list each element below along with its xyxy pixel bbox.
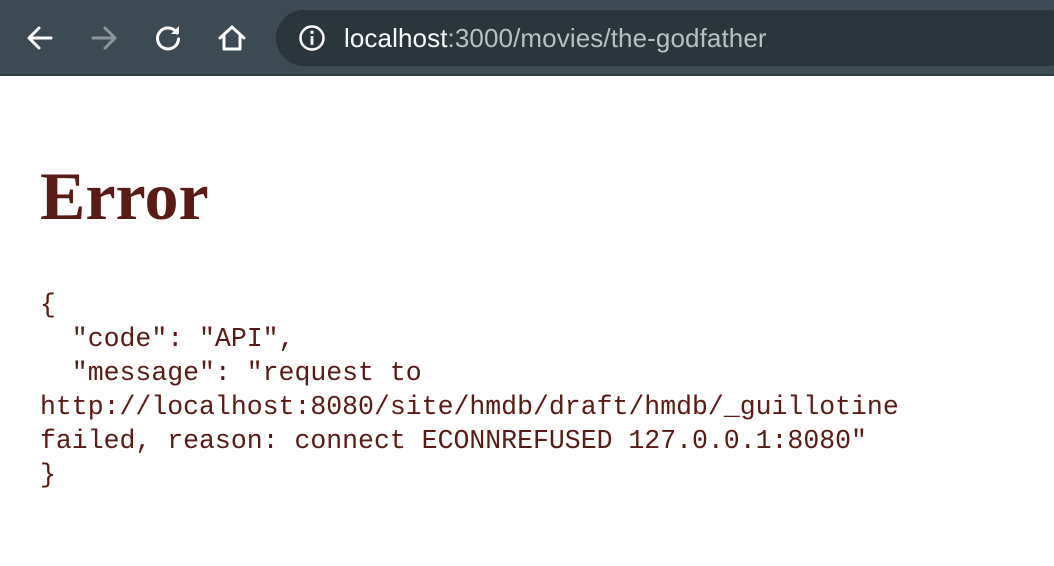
home-icon — [218, 25, 246, 51]
error-details: { "code": "API", "message": "request to … — [40, 290, 899, 490]
url-path: :3000/movies/the-godfather — [447, 23, 767, 53]
info-circle-icon[interactable] — [298, 24, 326, 52]
browser-toolbar: localhost:3000/movies/the-godfather — [0, 0, 1054, 76]
reload-icon — [156, 26, 180, 51]
arrow-right-icon — [91, 26, 117, 50]
page-title: Error — [40, 158, 209, 234]
back-button[interactable] — [20, 18, 60, 58]
url-host: localhost — [344, 23, 448, 53]
arrow-left-icon — [27, 26, 53, 50]
home-button[interactable] — [212, 18, 252, 58]
forward-button[interactable] — [84, 18, 124, 58]
reload-button[interactable] — [148, 18, 188, 58]
url-text[interactable]: localhost:3000/movies/the-godfather — [344, 10, 767, 66]
address-bar[interactable]: localhost:3000/movies/the-godfather — [276, 10, 1054, 66]
